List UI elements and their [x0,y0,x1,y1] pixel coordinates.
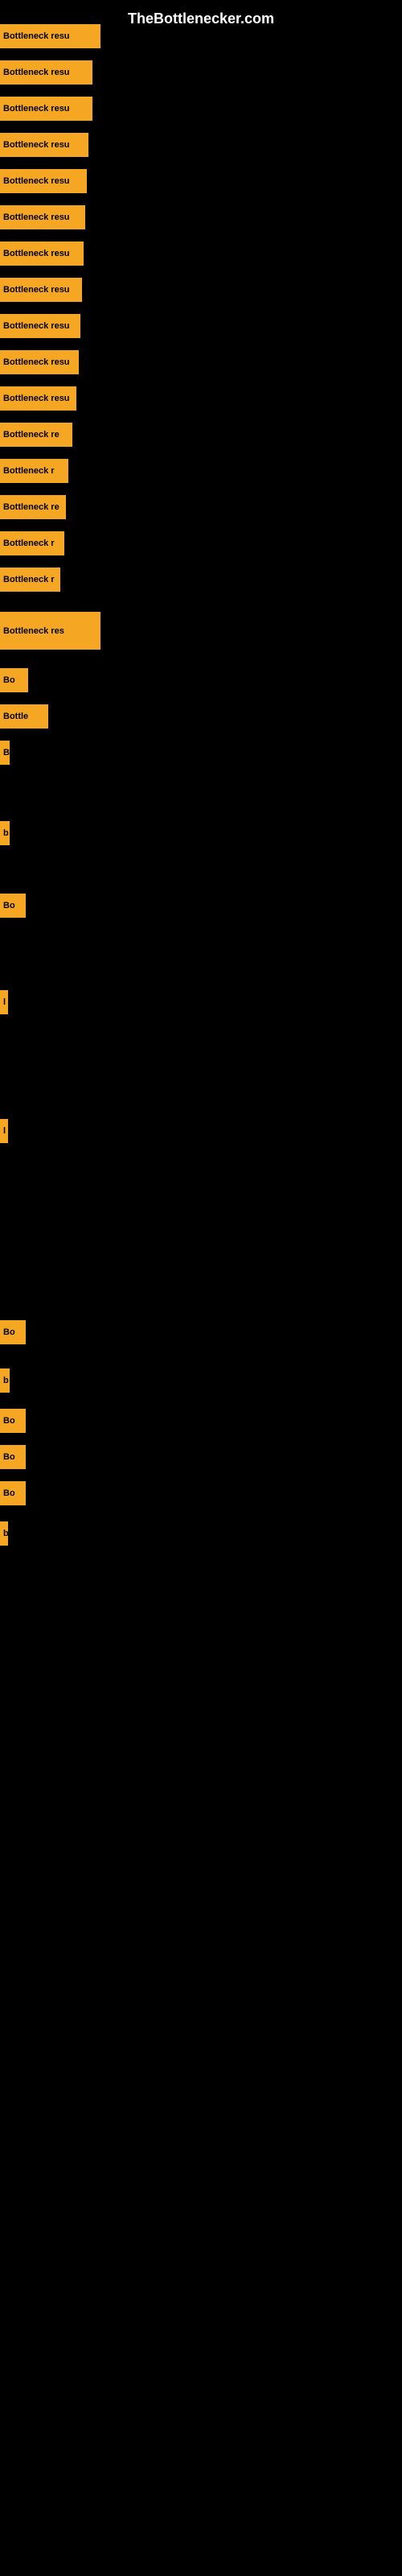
bar-item: Bottleneck resu [0,278,82,302]
bar-label: Bo [0,1445,26,1469]
bar-label: Bo [0,1409,26,1433]
bar-label: Bottleneck resu [0,133,88,157]
bar-item: Bottleneck resu [0,60,92,85]
bar-item: B [0,741,10,765]
bar-label: l [0,990,8,1014]
bar-item: Bo [0,668,28,692]
bar-item: Bo [0,1320,26,1344]
bar-label: Bottleneck r [0,568,60,592]
bar-item: l [0,990,8,1014]
bar-item: b [0,821,10,845]
bar-label: Bottleneck resu [0,350,79,374]
bar-label: Bottleneck resu [0,386,76,411]
bar-label: Bo [0,1320,26,1344]
bar-label: Bottleneck resu [0,24,100,48]
bar-label: b [0,821,10,845]
bar-item: Bottleneck resu [0,242,84,266]
bar-item: Bo [0,1409,26,1433]
bar-item: Bottleneck resu [0,205,85,229]
bar-label: Bo [0,1481,26,1505]
bar-item: Bo [0,1445,26,1469]
bar-label: Bo [0,668,28,692]
bar-label: Bottleneck resu [0,314,80,338]
bar-item: b [0,1521,8,1546]
bar-label: l [0,1119,8,1143]
bar-label: Bottleneck re [0,495,66,519]
bar-label: Bottleneck res [0,612,100,650]
bar-label: Bottleneck r [0,531,64,555]
bar-item: Bottleneck resu [0,97,92,121]
bar-label: b [0,1368,10,1393]
bar-label: Bottle [0,704,48,729]
bar-item: Bottleneck re [0,495,66,519]
bar-item: Bottleneck r [0,531,64,555]
bar-label: Bottleneck resu [0,169,87,193]
bar-item: Bottleneck resu [0,314,80,338]
bar-label: Bottleneck resu [0,60,92,85]
bar-item: Bottleneck resu [0,350,79,374]
bar-item: Bottle [0,704,48,729]
bar-item: Bottleneck resu [0,169,87,193]
bar-label: Bottleneck resu [0,242,84,266]
bar-item: Bottleneck resu [0,386,76,411]
bar-label: Bottleneck resu [0,278,82,302]
bar-label: b [0,1521,8,1546]
bar-item: Bottleneck resu [0,24,100,48]
bar-item: Bottleneck res [0,612,100,650]
bar-label: Bottleneck resu [0,97,92,121]
bar-item: Bottleneck re [0,423,72,447]
bar-label: Bottleneck r [0,459,68,483]
bar-item: Bo [0,894,26,918]
bar-item: l [0,1119,8,1143]
bar-label: Bottleneck re [0,423,72,447]
bar-item: Bottleneck r [0,459,68,483]
bar-item: Bottleneck resu [0,133,88,157]
bar-label: Bottleneck resu [0,205,85,229]
bar-label: B [0,741,10,765]
bar-item: Bo [0,1481,26,1505]
bar-item: b [0,1368,10,1393]
bar-item: Bottleneck r [0,568,60,592]
bar-label: Bo [0,894,26,918]
